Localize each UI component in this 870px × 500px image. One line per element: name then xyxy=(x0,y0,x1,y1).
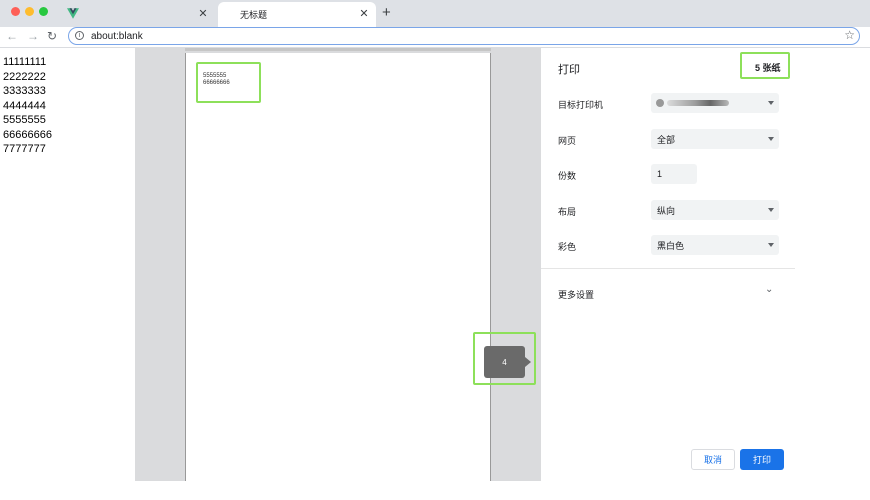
chevron-down-icon xyxy=(768,101,774,105)
info-icon[interactable]: i xyxy=(75,31,84,40)
tab-strip: ✕ 无标题 ✕ + xyxy=(0,0,870,27)
page-content: 11111111 2222222 3333333 4444444 5555555… xyxy=(3,55,52,157)
color-label: 彩色 xyxy=(558,242,577,252)
color-select[interactable]: 黑白色 xyxy=(651,235,779,255)
content-line: 3333333 xyxy=(3,85,46,97)
vue-logo-icon xyxy=(67,8,79,19)
highlight-box xyxy=(473,332,536,385)
print-settings-panel: 打印 5 张纸 目标打印机 网页 全部 份数 1 布局 纵向 彩色 黑白色 更多 xyxy=(541,48,795,481)
copies-label: 份数 xyxy=(558,171,577,181)
close-tab-icon[interactable]: ✕ xyxy=(358,8,370,20)
minimize-window-button[interactable] xyxy=(25,7,34,16)
content-line: 7777777 xyxy=(3,143,46,155)
maximize-window-button[interactable] xyxy=(39,7,48,16)
content-line: 5555555 xyxy=(3,114,46,126)
highlight-box xyxy=(196,62,261,103)
tab-title: 无标题 xyxy=(240,10,268,20)
print-dialog: 5555555 66666666 4 打印 5 张纸 目标打印机 网页 全部 份… xyxy=(135,48,795,481)
tab-active[interactable]: 无标题 ✕ xyxy=(218,2,376,27)
destination-label: 目标打印机 xyxy=(558,100,604,110)
dialog-title: 打印 xyxy=(558,64,580,76)
back-arrow-icon[interactable]: ← xyxy=(6,29,18,43)
more-settings-toggle[interactable]: 更多设置 xyxy=(558,288,594,301)
print-button[interactable]: 打印 xyxy=(740,449,784,470)
content-line: 4444444 xyxy=(3,99,46,112)
chevron-down-icon xyxy=(768,243,774,247)
pages-value: 全部 xyxy=(657,134,676,145)
divider xyxy=(541,268,795,269)
content-line: 11111111 xyxy=(3,56,47,68)
close-tab-icon[interactable]: ✕ xyxy=(197,8,209,20)
layout-value: 纵向 xyxy=(657,205,676,216)
content-line: 66666666 xyxy=(3,128,52,141)
layout-label: 布局 xyxy=(558,207,577,217)
chevron-down-icon xyxy=(768,137,774,141)
print-preview-area[interactable]: 5555555 66666666 4 xyxy=(135,48,541,481)
destination-select[interactable] xyxy=(651,93,779,113)
reload-icon[interactable]: ↻ xyxy=(47,29,57,43)
tab-inactive[interactable]: ✕ xyxy=(60,2,215,27)
previous-page-edge xyxy=(185,48,491,51)
chevron-down-icon xyxy=(768,208,774,212)
forward-arrow-icon[interactable]: → xyxy=(27,29,39,43)
printer-icon xyxy=(656,99,664,107)
preview-page: 5555555 66666666 xyxy=(185,53,491,481)
close-window-button[interactable] xyxy=(11,7,20,16)
copies-value: 1 xyxy=(657,169,663,179)
address-bar[interactable]: i about:blank ☆ xyxy=(68,27,860,45)
pages-label: 网页 xyxy=(558,136,577,146)
printer-name-redacted xyxy=(667,100,729,106)
copies-input[interactable]: 1 xyxy=(651,164,697,184)
content-line: 2222222 xyxy=(3,70,46,83)
color-value: 黑白色 xyxy=(657,240,685,251)
pages-select[interactable]: 全部 xyxy=(651,129,779,149)
browser-toolbar: ← → ↻ i about:blank ☆ xyxy=(0,27,870,48)
layout-select[interactable]: 纵向 xyxy=(651,200,779,220)
bookmark-star-icon[interactable]: ☆ xyxy=(844,28,855,42)
chevron-down-icon[interactable]: ⌄ xyxy=(765,284,773,295)
url-text: about:blank xyxy=(91,30,143,42)
new-tab-plus-icon[interactable]: + xyxy=(382,4,391,21)
cancel-button[interactable]: 取消 xyxy=(691,449,735,470)
highlight-box xyxy=(740,52,790,79)
